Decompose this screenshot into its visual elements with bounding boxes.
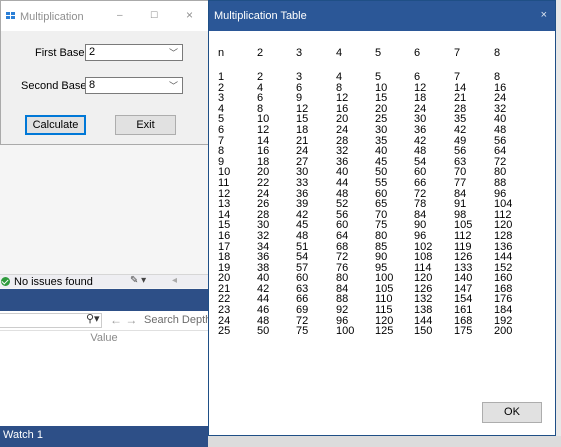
watch-panel: ⚲▾ ← → Search Depth: Value — [0, 311, 214, 426]
second-base-value: 8 — [89, 79, 96, 91]
calculate-button[interactable]: Calculate — [25, 115, 86, 135]
table-header-row: n 2 3 4 5 6 7 8 — [218, 48, 528, 72]
search-icon[interactable]: ⚲▾ — [86, 312, 100, 325]
ide-right-edge — [556, 0, 561, 447]
multiplication-table-dialog: Multiplication Table × n2345678123456782… — [208, 0, 556, 436]
table-cell: 150 — [414, 325, 433, 338]
table-row: 16 32 48 64 80 96 112 128 — [218, 231, 528, 242]
table-row: 3 6 9 12 15 18 21 24 — [218, 93, 528, 104]
table-cell: 4 — [336, 71, 343, 83]
app-icon — [6, 12, 16, 20]
table-cell: 8 — [494, 71, 501, 83]
table-header-cell: 7 — [454, 47, 461, 59]
table-cell: 36 — [414, 123, 427, 136]
table-cell: 200 — [494, 325, 513, 338]
form-title-bar: Multiplication – ☐ × — [1, 1, 209, 31]
search-depth-label: Search Depth: — [144, 314, 215, 326]
table-header-cell: 4 — [336, 47, 343, 59]
table-cell: 11 — [218, 176, 230, 189]
scroll-left-icon[interactable]: ◂ — [172, 275, 177, 286]
ide-bottom-edge — [208, 436, 561, 447]
table-cell: 96 — [414, 229, 427, 242]
table-cell: 33 — [296, 176, 309, 189]
chevron-down-icon: ﹀ — [168, 48, 178, 58]
table-cell: 44 — [336, 176, 349, 189]
table-cell: 128 — [494, 229, 513, 242]
table-row: 6 12 18 24 30 36 42 48 — [218, 125, 528, 136]
table-cell: 25 — [218, 325, 231, 338]
first-base-combobox[interactable]: 2 ﹀ — [85, 44, 183, 61]
first-base-value: 2 — [89, 46, 96, 58]
first-base-label: First Base — [35, 47, 85, 59]
table-cell: 55 — [375, 176, 388, 189]
table-cell: 7 — [454, 71, 461, 83]
table-cell: 42 — [454, 123, 467, 136]
chevron-down-icon: ﹀ — [168, 81, 178, 91]
table-cell: 88 — [494, 176, 507, 189]
second-base-label: Second Base — [21, 80, 87, 92]
table-row: 25 50 75 100 125 150 175 200 — [218, 326, 528, 337]
issues-status-text: No issues found — [14, 275, 93, 288]
table-cell: 22 — [257, 176, 270, 189]
table-cell: 100 — [336, 325, 355, 338]
table-header-cell: 2 — [257, 47, 264, 59]
table-cell: 175 — [454, 325, 473, 338]
close-icon[interactable]: × — [541, 9, 547, 21]
table-cell: 18 — [296, 123, 309, 136]
table-cell: 2 — [257, 71, 264, 83]
issues-status-bar: No issues found ✎ ▾ ◂ — [0, 274, 208, 288]
table-cell: 32 — [257, 229, 270, 242]
table-cell: 80 — [375, 229, 388, 242]
exit-button[interactable]: Exit — [115, 115, 176, 135]
maximize-icon[interactable]: ☐ — [150, 10, 158, 21]
table-cell: 3 — [296, 71, 303, 83]
dialog-title: Multiplication Table — [214, 10, 307, 22]
second-base-combobox[interactable]: 8 ﹀ — [85, 77, 183, 94]
table-cell: 16 — [218, 229, 231, 242]
table-cell: 50 — [257, 325, 270, 338]
close-icon[interactable]: × — [186, 8, 193, 22]
table-row: 11 22 33 44 55 66 77 88 — [218, 178, 528, 189]
table-header-cell: 8 — [494, 47, 501, 59]
table-cell: 48 — [296, 229, 309, 242]
multiplication-form-window: Multiplication – ☐ × First Base 2 ﹀ Seco… — [0, 0, 210, 145]
table-cell: 77 — [454, 176, 467, 189]
table-header-cell: n — [218, 47, 225, 59]
watch-toolbar: ⚲▾ ← → Search Depth: — [0, 311, 214, 331]
table-cell: 6 — [414, 71, 421, 83]
table-header-cell: 6 — [414, 47, 421, 59]
table-cell: 125 — [375, 325, 394, 338]
table-cell: 5 — [375, 71, 382, 83]
check-circle-icon — [1, 277, 10, 286]
watch-tab[interactable]: Watch 1 — [0, 426, 208, 447]
table-cell: 1 — [218, 71, 225, 83]
dialog-title-bar: Multiplication Table × — [209, 1, 555, 31]
nav-arrows-icon[interactable]: ← → — [110, 313, 137, 327]
cleanup-brush-icon[interactable]: ✎ ▾ — [130, 275, 146, 286]
table-row: 2 4 6 8 10 12 14 16 — [218, 82, 528, 94]
table-cell: 112 — [454, 229, 472, 242]
form-title: Multiplication — [20, 11, 84, 23]
table-cell: 6 — [218, 123, 225, 136]
table-header-cell: 3 — [296, 47, 303, 59]
table-cell: 48 — [494, 123, 507, 136]
table-cell: 24 — [336, 123, 349, 136]
table-cell: 75 — [296, 325, 309, 338]
table-row: 1 2 3 4 5 6 7 8 — [218, 72, 528, 83]
value-column-header: Value — [90, 332, 118, 344]
ok-button[interactable]: OK — [482, 402, 542, 423]
table-cell: 66 — [414, 176, 427, 189]
minimize-icon[interactable]: – — [117, 10, 123, 21]
table-cell: 12 — [257, 123, 270, 136]
watch-panel-header — [0, 289, 208, 311]
multiplication-table: n 2 3 4 5 6 7 8 1 2 3 4 5 6 7 8 2 4 6 8 10 12 14 16 3 6 9 12 15 18 21 2… — [218, 48, 528, 337]
table-header-cell: 5 — [375, 47, 382, 59]
table-cell: 30 — [375, 123, 388, 136]
table-cell: 64 — [336, 229, 349, 242]
